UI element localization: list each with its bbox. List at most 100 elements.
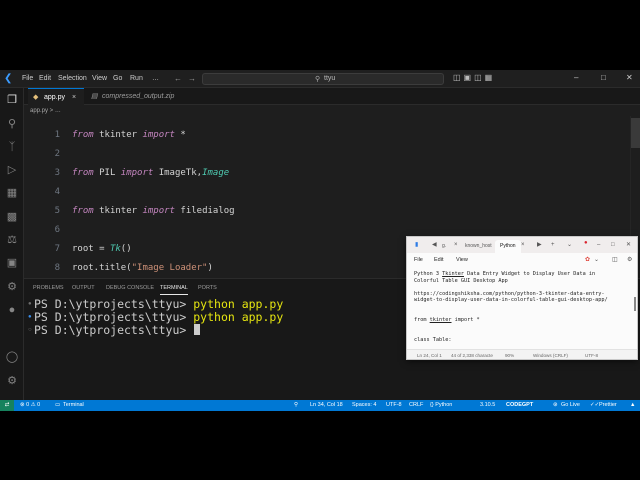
menu-selection[interactable]: Selection: [58, 74, 87, 84]
notepad-menu-view[interactable]: View: [456, 256, 468, 264]
python-file-icon: ◆: [33, 94, 39, 101]
tab-compressed-output[interactable]: ▤ compressed_output.zip: [86, 88, 198, 105]
tab-close-icon[interactable]: ×: [454, 241, 458, 249]
activity-bar: ❐ ⚲ ᛉ ▷ ▦ ▩ ⚖ ▣ ⚙ ● ◯ ⚙: [0, 88, 24, 400]
notepad-text-line: Python 3 Tkinter Data Entry Widget to Di…: [414, 271, 595, 278]
search-icon[interactable]: ⚲: [5, 117, 19, 131]
notepad-status-bar: Ln 24, Col 1 44 of 2,338 characte 90% Wi…: [407, 349, 637, 359]
copilot-icon[interactable]: ✿: [585, 256, 590, 264]
source-control-icon[interactable]: ᛉ: [5, 140, 19, 154]
notepad-text-area[interactable]: Python 3 Tkinter Data Entry Widget to Di…: [414, 271, 632, 347]
tab-app-py[interactable]: ◆ app.py ×: [28, 88, 84, 105]
notepad-settings-icon[interactable]: ⚙: [627, 256, 632, 264]
code-token: root =: [72, 244, 110, 254]
codegpt-status[interactable]: CODEGPT: [506, 400, 533, 411]
command-center-search[interactable]: ⚲ ttyu: [202, 73, 444, 85]
new-tab-icon[interactable]: +: [551, 241, 555, 249]
encoding[interactable]: UTF-8: [386, 400, 402, 411]
minimize-icon[interactable]: –: [574, 73, 578, 82]
forward-arrow-icon[interactable]: →: [188, 73, 196, 84]
notepad-tab-1[interactable]: g.: [442, 240, 446, 253]
zoom-icon[interactable]: ⚲: [294, 400, 298, 411]
notepad-tab-2[interactable]: known_host: [465, 240, 492, 253]
back-arrow-icon[interactable]: ←: [174, 73, 182, 84]
code-token: (): [120, 244, 132, 254]
extensions-icon[interactable]: ▦: [5, 186, 19, 200]
code-token: root.title(: [72, 263, 132, 273]
notifications-bell-icon[interactable]: ▲: [630, 400, 635, 411]
tab-close-icon[interactable]: ×: [521, 241, 525, 249]
cursor-position[interactable]: Ln 34, Col 18: [310, 400, 343, 411]
line-ending[interactable]: CRLF: [409, 400, 423, 411]
breadcrumb[interactable]: app.py > …: [30, 106, 61, 116]
menu-run[interactable]: Run: [130, 74, 143, 84]
code-token: import: [142, 130, 175, 140]
tab-problems[interactable]: PROBLEMS: [33, 284, 64, 292]
minimap-slider[interactable]: [631, 118, 640, 148]
tab-scroll-left-icon[interactable]: ◀: [432, 241, 437, 249]
copilot-dropdown-icon[interactable]: ⌄: [594, 256, 599, 264]
notepad-text: Data Entry Widget to Display User Data i…: [463, 271, 596, 277]
menu-go[interactable]: Go: [113, 74, 122, 84]
python-version[interactable]: 3.10.5: [480, 400, 495, 411]
settings-gear-icon[interactable]: ⚙: [5, 374, 19, 388]
notepad-close-icon[interactable]: ✕: [626, 241, 631, 249]
status-terminal[interactable]: Terminal: [63, 400, 84, 411]
remote-indicator-icon[interactable]: ⇄: [0, 400, 14, 411]
layout-toggle-icons[interactable]: ◫▣◫▦: [453, 73, 495, 82]
maximize-icon[interactable]: □: [601, 73, 606, 82]
menu-edit[interactable]: Edit: [39, 74, 51, 84]
formatting-icon[interactable]: ◫: [612, 256, 618, 264]
notepad-text: Python 3: [414, 271, 443, 277]
language-mode[interactable]: {} Python: [430, 400, 452, 411]
code-line[interactable]: from tkinter import *: [72, 126, 186, 145]
notepad-tab-3[interactable]: Python: [495, 240, 521, 253]
menu-view[interactable]: View: [92, 74, 107, 84]
remote-explorer-icon[interactable]: ▩: [5, 210, 19, 224]
tab-debug-console[interactable]: DEBUG CONSOLE: [106, 284, 154, 292]
code-token: "Image Loader": [131, 263, 208, 273]
notepad-text-line: Colorful Table GUI Desktop App: [414, 278, 508, 285]
code-line[interactable]: root = Tk(): [72, 240, 132, 259]
title-bar: ❮ File Edit Selection View Go Run … ← → …: [0, 70, 640, 88]
run-debug-icon[interactable]: ▷: [5, 163, 19, 177]
indentation[interactable]: Spaces: 4: [352, 400, 376, 411]
notepad-maximize-icon[interactable]: □: [611, 241, 615, 249]
code-line[interactable]: root.title("Image Loader"): [72, 259, 213, 278]
docker-icon[interactable]: ⚙: [5, 280, 19, 294]
tab-ports[interactable]: PORTS: [198, 284, 217, 292]
account-icon[interactable]: ◯: [5, 350, 19, 364]
close-tab-icon[interactable]: ×: [72, 89, 76, 106]
editor-tabs: ◆ app.py × ▤ compressed_output.zip: [24, 88, 640, 105]
testing-icon[interactable]: ⚖: [5, 233, 19, 247]
notepad-window: ▮ ◀ g. × known_host Python × ▶ + ⌄ ● – □…: [406, 236, 638, 360]
menu-file[interactable]: File: [22, 74, 33, 84]
tab-output[interactable]: OUTPUT: [72, 284, 95, 292]
prettier-status[interactable]: Prettier: [599, 400, 617, 411]
notepad-text-line: from tkinter import *: [414, 317, 480, 324]
terminal-line-3[interactable]: PS D:\ytprojects\ttyu>: [34, 324, 201, 337]
code-line[interactable]: from PIL import ImageTk,Image: [72, 164, 229, 183]
explorer-icon[interactable]: ❐: [5, 93, 19, 107]
notepad-scrollbar[interactable]: [634, 297, 636, 311]
prettier-check-icon[interactable]: ✓✓: [590, 400, 599, 411]
tab-terminal[interactable]: TERMINAL: [160, 284, 188, 295]
image-preview-icon[interactable]: ▣: [5, 256, 19, 270]
close-window-icon[interactable]: ✕: [626, 73, 633, 82]
code-token: Image: [202, 168, 230, 178]
tab-label: compressed_output.zip: [102, 93, 175, 100]
tab-scroll-right-icon[interactable]: ▶: [537, 241, 542, 249]
notepad-menu-edit[interactable]: Edit: [434, 256, 443, 264]
problems-count[interactable]: ⊗ 0 ⚠ 0: [20, 400, 40, 411]
notepad-minimize-icon[interactable]: –: [597, 241, 600, 249]
menu-more[interactable]: …: [152, 74, 159, 84]
json-icon[interactable]: ●: [5, 303, 19, 317]
go-live-icon[interactable]: ⊛: [553, 400, 558, 411]
recording-icon: ●: [584, 240, 588, 246]
go-live-button[interactable]: Go Live: [561, 400, 580, 411]
notepad-text: class Table:: [414, 337, 452, 343]
terminal-icon[interactable]: ▭: [55, 400, 60, 411]
tab-list-icon[interactable]: ⌄: [567, 241, 572, 249]
notepad-menu-file[interactable]: File: [414, 256, 423, 264]
code-line[interactable]: from tkinter import filedialog: [72, 202, 235, 221]
